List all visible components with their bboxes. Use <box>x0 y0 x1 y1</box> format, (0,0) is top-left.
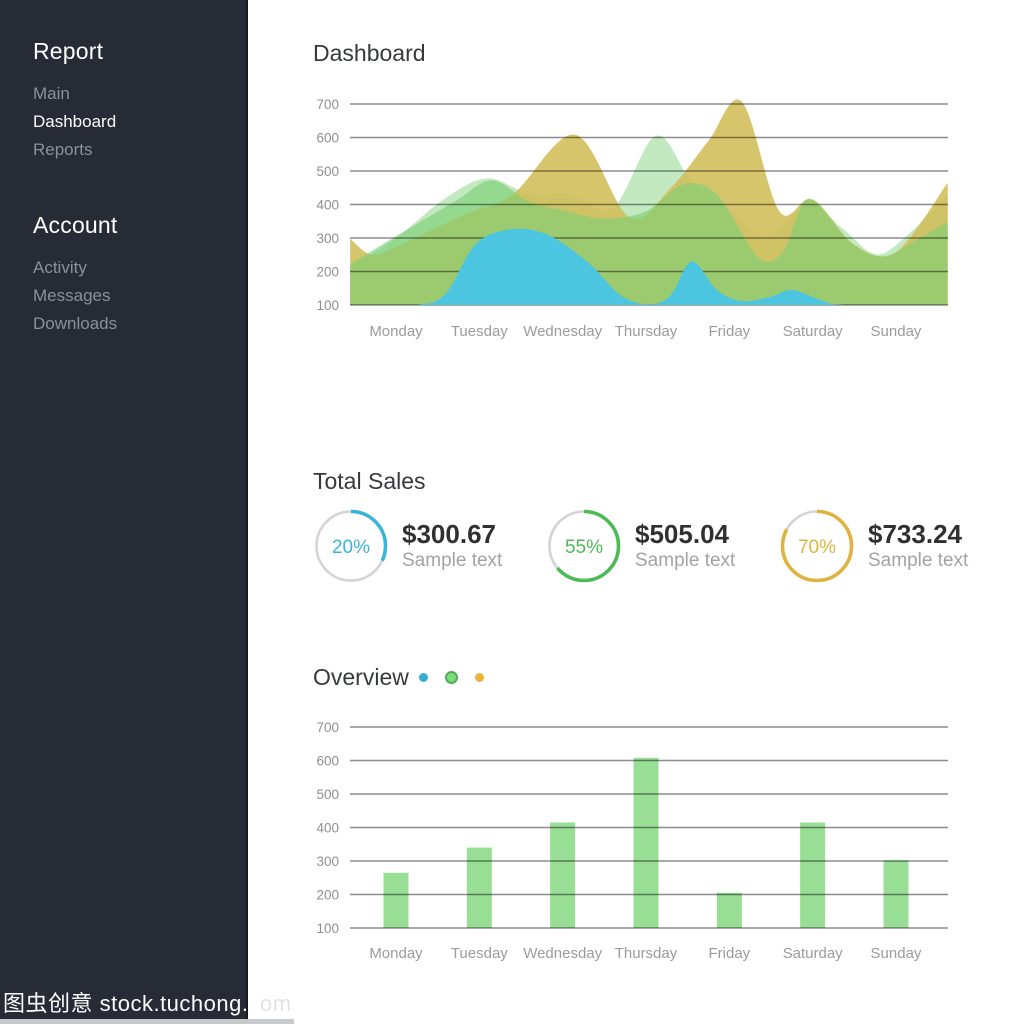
sidebar-item-reports[interactable]: Reports <box>33 136 246 164</box>
bar-thursday <box>633 758 658 928</box>
x-axis-label: Wednesday <box>523 945 602 962</box>
y-axis-tick-label: 100 <box>316 921 339 936</box>
watermark-text-dark: 图虫创意 stock.tuchong.c <box>3 991 260 1016</box>
legend-dot-blue-series <box>419 673 428 682</box>
y-axis-tick-label: 600 <box>316 754 339 769</box>
stat-value: $505.04 <box>635 519 735 549</box>
y-axis-tick-label: 600 <box>316 131 339 146</box>
x-axis-label: Friday <box>708 945 750 962</box>
stat-card: 55% $505.04Sample text <box>545 506 735 586</box>
stat-caption: Sample text <box>868 549 968 573</box>
donut-progress-70%: 70% <box>778 507 856 585</box>
x-axis-label: Monday <box>369 323 423 340</box>
y-axis-tick-label: 300 <box>316 854 339 869</box>
bar-wednesday <box>550 822 575 928</box>
x-axis-label: Sunday <box>871 945 922 962</box>
y-axis-tick-label: 200 <box>316 888 339 903</box>
x-axis-label: Friday <box>708 323 750 340</box>
x-axis-label: Saturday <box>783 323 844 340</box>
stat-text: $505.04Sample text <box>635 519 735 573</box>
stat-caption: Sample text <box>402 549 502 573</box>
x-axis-label: Monday <box>369 945 423 962</box>
donut-percent-label: 70% <box>798 537 836 558</box>
bottom-strip <box>0 1019 294 1024</box>
overview-title: Overview <box>313 664 409 690</box>
watermark-text-light: om <box>260 991 292 1016</box>
y-axis-tick-label: 500 <box>316 787 339 802</box>
sidebar-section: Account ActivityMessagesDownloads <box>33 212 246 338</box>
bar-chart: 700 600 500 400 300 200 100 Monday Tuesday Wednes… <box>300 704 960 970</box>
x-axis-label: Thursday <box>615 945 678 962</box>
sidebar-item-messages[interactable]: Messages <box>33 282 246 310</box>
x-axis-label: Tuesday <box>451 323 508 340</box>
overview-legend <box>419 670 484 684</box>
stat-card: 20% $300.67Sample text <box>312 506 502 586</box>
total-sales-title: Total Sales <box>313 468 426 494</box>
sidebar-item-activity[interactable]: Activity <box>33 254 246 282</box>
x-axis-label: Tuesday <box>451 945 508 962</box>
bar-friday <box>717 893 742 928</box>
stat-text: $300.67Sample text <box>402 519 502 573</box>
donut-progress-20%: 20% <box>312 507 390 585</box>
y-axis-tick-label: 700 <box>316 97 339 112</box>
bar-saturday <box>800 822 825 928</box>
x-axis-label: Saturday <box>783 945 844 962</box>
y-axis-tick-label: 400 <box>316 198 339 213</box>
sidebar-section-title: Account <box>33 212 246 238</box>
legend-dot-yellow-series <box>475 673 484 682</box>
donut-percent-label: 20% <box>332 537 370 558</box>
sidebar-section-title: Report <box>33 38 246 64</box>
x-axis-label: Sunday <box>871 323 922 340</box>
y-axis-tick-label: 300 <box>316 231 339 246</box>
page-title: Dashboard <box>313 40 426 66</box>
stat-text: $733.24Sample text <box>868 519 968 573</box>
y-axis-tick-label: 200 <box>316 265 339 280</box>
bar-tuesday <box>467 848 492 928</box>
y-axis-tick-label: 700 <box>316 720 339 735</box>
stat-value: $300.67 <box>402 519 502 549</box>
legend-dot-green-series <box>445 671 458 684</box>
donut-percent-label: 55% <box>565 537 603 558</box>
stat-card: 70% $733.24Sample text <box>778 506 968 586</box>
sidebar-section: Report MainDashboardReports <box>33 38 246 164</box>
stat-value: $733.24 <box>868 519 968 549</box>
area-chart: 700 600 500 400 300 200 100 Monday Tuesday Wednes… <box>300 90 960 346</box>
bar-monday <box>384 873 409 928</box>
donut-progress-55%: 55% <box>545 507 623 585</box>
sidebar-nav: Report MainDashboardReports Account Activit… <box>33 38 246 338</box>
y-axis-tick-label: 500 <box>316 164 339 179</box>
y-axis-tick-label: 100 <box>316 298 339 313</box>
stat-caption: Sample text <box>635 549 735 573</box>
sidebar-item-downloads[interactable]: Downloads <box>33 310 246 338</box>
x-axis-label: Wednesday <box>523 323 602 340</box>
watermark: 图虫创意 stock.tuchong.com <box>3 986 292 1018</box>
sidebar: Report MainDashboardReports Account Activit… <box>0 0 248 1024</box>
y-axis-tick-label: 400 <box>316 821 339 836</box>
x-axis-label: Thursday <box>615 323 678 340</box>
sidebar-item-dashboard[interactable]: Dashboard <box>33 108 246 136</box>
sidebar-item-main[interactable]: Main <box>33 80 246 108</box>
